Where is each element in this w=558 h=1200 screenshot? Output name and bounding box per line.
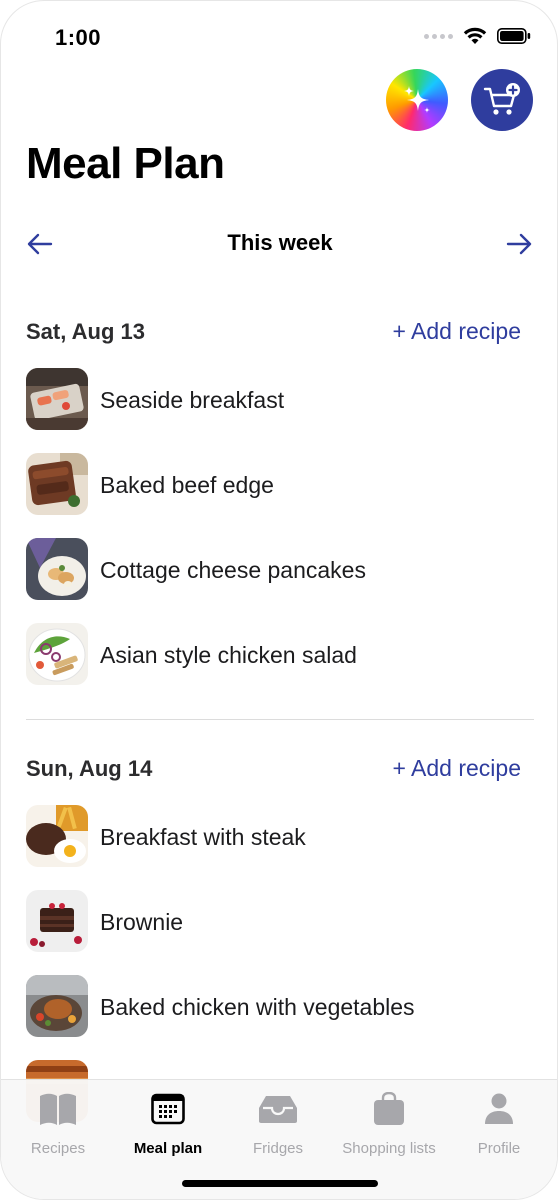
tab-shopping-lists[interactable]: Shopping lists bbox=[334, 1090, 444, 1160]
recipe-item[interactable]: Brownie bbox=[1, 873, 557, 958]
status-time: 1:00 bbox=[55, 25, 102, 50]
person-icon bbox=[485, 1093, 513, 1124]
recipe-name: Baked chicken with vegetables bbox=[100, 994, 415, 1020]
ai-magic-button[interactable] bbox=[386, 69, 448, 131]
recipe-name: Baked beef edge bbox=[100, 472, 274, 498]
home-indicator[interactable] bbox=[182, 1180, 378, 1187]
day-title: Sun, Aug 14 bbox=[26, 756, 153, 781]
recipe-thumbnail bbox=[26, 805, 88, 867]
tab-profile[interactable]: Profile bbox=[444, 1090, 554, 1160]
cart-add-icon bbox=[483, 83, 520, 115]
recipe-name: Seaside breakfast bbox=[100, 387, 285, 413]
add-recipe-button[interactable]: + Add recipe bbox=[392, 755, 521, 782]
week-label: This week bbox=[227, 230, 333, 255]
recipe-item[interactable]: Seaside breakfast bbox=[1, 351, 557, 436]
recipe-thumbnail bbox=[26, 623, 88, 685]
day-divider bbox=[26, 719, 534, 720]
add-recipe-button[interactable]: + Add recipe bbox=[392, 318, 521, 345]
recipe-thumbnail bbox=[26, 890, 88, 952]
wifi-icon bbox=[463, 27, 487, 44]
recipe-thumbnail bbox=[26, 453, 88, 515]
tab-recipes[interactable]: Recipes bbox=[3, 1090, 113, 1160]
recipe-thumbnail bbox=[26, 538, 88, 600]
shopping-bag-icon bbox=[374, 1092, 404, 1125]
tab-fridges[interactable]: Fridges bbox=[223, 1090, 333, 1160]
recipe-item[interactable]: Baked chicken with vegetables bbox=[1, 958, 557, 1043]
recipe-name: Cottage cheese pancakes bbox=[100, 557, 366, 583]
day-title: Sat, Aug 13 bbox=[26, 319, 145, 344]
app-screen: 1:00 Meal Plan This week Sat, Aug 13 + A… bbox=[0, 0, 558, 1200]
day-section-sun-aug-14: Sun, Aug 14 + Add recipe Breakfast with … bbox=[1, 752, 557, 1128]
calendar-icon bbox=[151, 1093, 185, 1125]
add-to-cart-button[interactable] bbox=[471, 69, 533, 131]
recipe-name: Breakfast with steak bbox=[100, 824, 306, 850]
status-icons bbox=[424, 27, 531, 45]
book-icon bbox=[40, 1093, 76, 1125]
recipe-item[interactable]: Asian style chicken salad bbox=[1, 606, 557, 691]
status-bar: 1:00 bbox=[1, 1, 557, 71]
day-header: Sun, Aug 14 + Add recipe bbox=[1, 752, 557, 788]
battery-icon bbox=[497, 28, 531, 44]
recipe-item[interactable]: Cottage cheese pancakes bbox=[1, 521, 557, 606]
week-navigation: This week bbox=[1, 221, 557, 265]
arrow-right-icon[interactable] bbox=[504, 229, 534, 259]
sparkles-icon bbox=[404, 86, 430, 113]
recipe-item[interactable]: Baked beef edge bbox=[1, 436, 557, 521]
day-header: Sat, Aug 13 + Add recipe bbox=[1, 315, 557, 351]
tab-meal-plan[interactable]: Meal plan bbox=[113, 1090, 223, 1160]
recipe-thumbnail bbox=[26, 975, 88, 1037]
cellular-signal-icon bbox=[424, 33, 453, 39]
recipe-name: Asian style chicken salad bbox=[100, 642, 357, 668]
fridge-tray-icon bbox=[259, 1096, 297, 1123]
recipe-item[interactable]: Breakfast with steak bbox=[1, 788, 557, 873]
page-title: Meal Plan bbox=[26, 139, 225, 188]
recipe-name: Brownie bbox=[100, 909, 184, 935]
tab-label: Profile bbox=[477, 1140, 521, 1157]
recipe-thumbnail bbox=[26, 368, 88, 430]
day-section-sat-aug-13: Sat, Aug 13 + Add recipe Seaside breakfa… bbox=[1, 315, 557, 691]
